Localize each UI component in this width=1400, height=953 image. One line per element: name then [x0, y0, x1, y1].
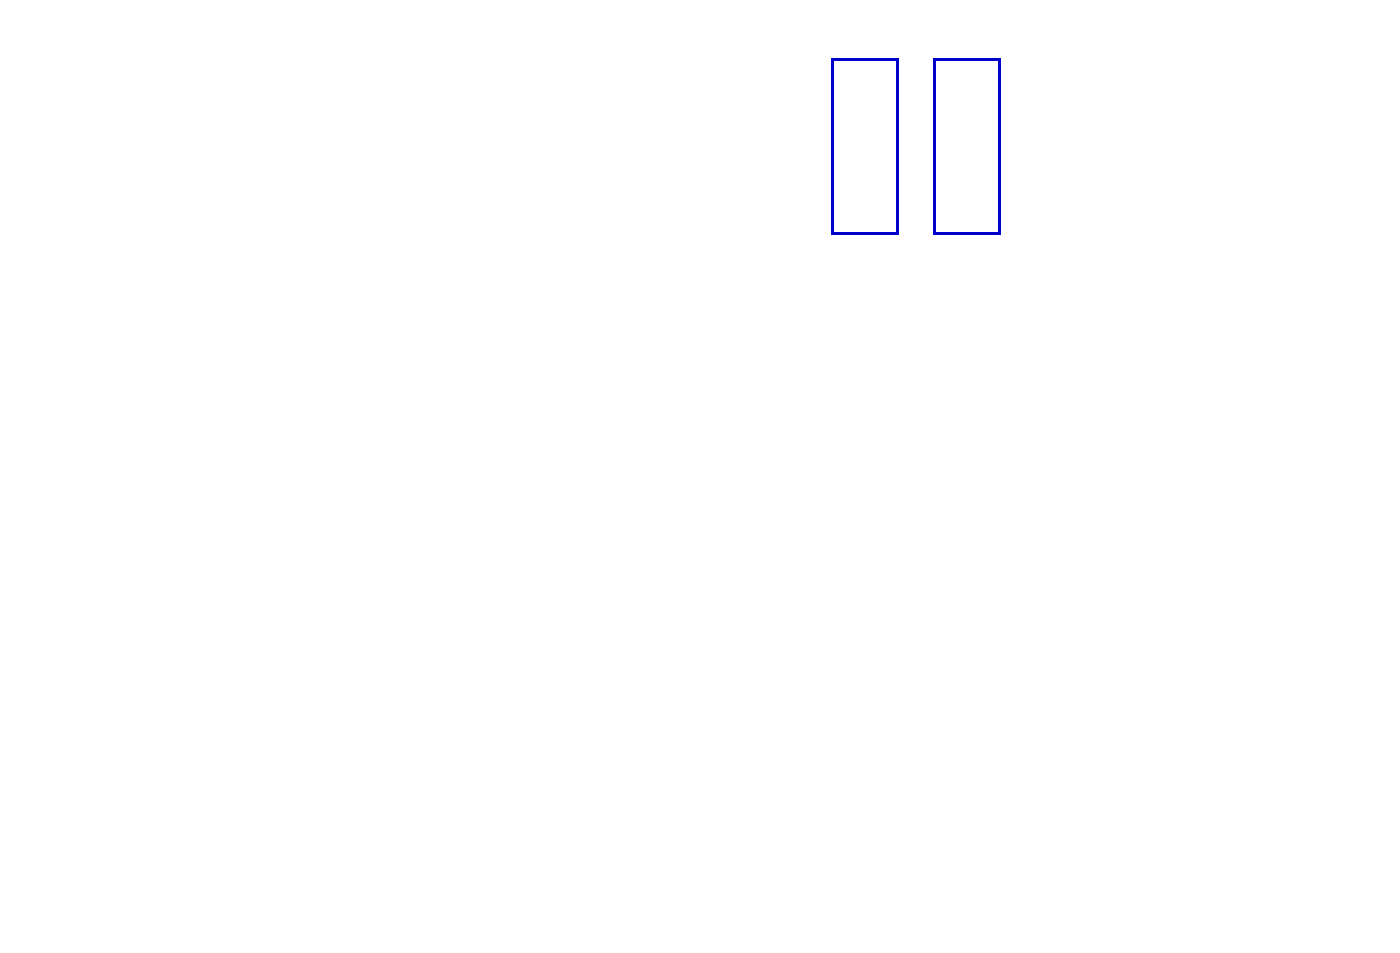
- fiber-positions-panel: [58, 511, 238, 726]
- clean-image: [933, 58, 1001, 235]
- hsc-image-panel: [427, 511, 607, 726]
- line-fit-plot: [1028, 46, 1340, 238]
- with-sky-image: [831, 58, 899, 235]
- report-timestamp-version: [1055, 4, 1102, 49]
- lineflux-map-panel: [243, 511, 423, 726]
- full-spectrum-plot: [88, 272, 1314, 452]
- elixer-report-page: [0, 0, 1400, 953]
